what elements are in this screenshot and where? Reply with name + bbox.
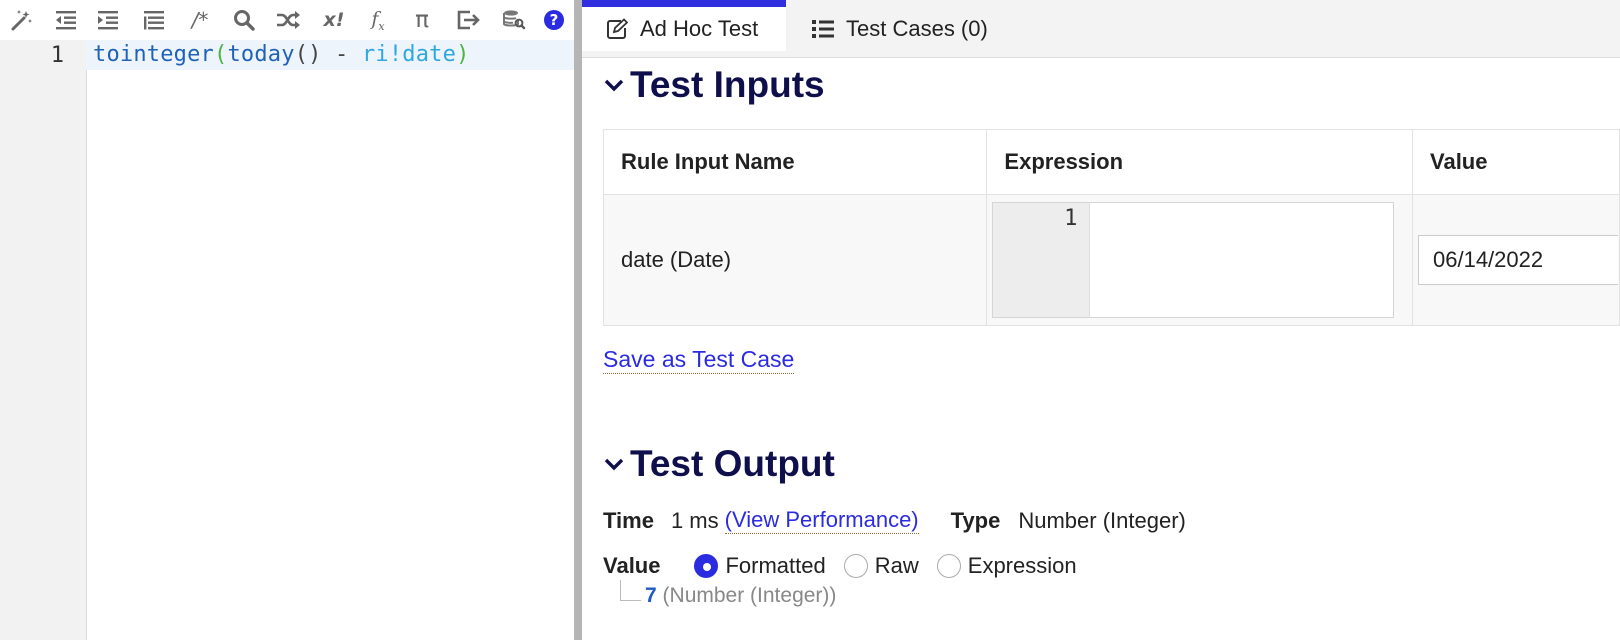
output-meta-row: Time 1 ms (View Performance) Type Number… <box>603 507 1186 534</box>
chevron-down-icon[interactable] <box>602 73 626 97</box>
table-header-row: Rule Input Name Expression Value <box>602 129 1620 195</box>
expression-editor[interactable]: 1 <box>992 202 1395 318</box>
radio-indicator <box>843 554 868 578</box>
test-pane: Ad Hoc Test Test Cases (0) Test Inputs R… <box>582 0 1620 640</box>
radio-indicator <box>694 554 719 578</box>
database-search-icon[interactable] <box>500 6 528 34</box>
exclamation-variable-icon[interactable]: x! <box>320 6 348 34</box>
test-inputs-header: Test Inputs <box>602 64 825 106</box>
function-icon[interactable]: fx <box>364 6 392 34</box>
time-label: Time <box>603 507 654 533</box>
code-token-function: tointeger <box>93 42 215 67</box>
line-number: 1 <box>50 43 64 68</box>
code-token-paren: ) <box>456 42 470 67</box>
expression-cell: 1 <box>986 194 1413 326</box>
view-performance-link[interactable]: (View Performance) <box>724 507 919 534</box>
shuffle-icon[interactable] <box>274 6 302 34</box>
code-token-operator: - <box>321 42 362 67</box>
column-header: Expression <box>986 129 1413 195</box>
radio-expression[interactable]: Expression <box>936 553 1077 579</box>
test-output-header: Test Output <box>602 443 835 485</box>
test-inputs-table: Rule Input Name Expression Value date (D… <box>602 129 1620 326</box>
time-value: 1 ms <box>670 507 719 533</box>
value-cell <box>1412 194 1620 326</box>
radio-label: Expression <box>967 553 1077 578</box>
list-icon <box>812 19 834 39</box>
radio-label: Formatted <box>725 553 826 578</box>
outdent-icon[interactable] <box>52 6 80 34</box>
column-header: Rule Input Name <box>602 129 988 195</box>
list-icon[interactable] <box>140 6 168 34</box>
save-as-test-case-link[interactable]: Save as Test Case <box>603 345 795 374</box>
code-token-call: () <box>294 42 322 67</box>
result-output: 7 (Number (Integer)) <box>645 584 836 608</box>
expression-editor-pane: /* x! fx π ? 1 tointeger(today() - ri!da… <box>0 0 574 640</box>
indent-icon[interactable] <box>94 6 122 34</box>
edit-icon <box>606 17 628 40</box>
code-editor[interactable]: tointeger(today() - ri!date) <box>86 40 574 640</box>
function-icon-glyph: fx <box>371 7 385 33</box>
magic-wand-icon[interactable] <box>8 6 36 34</box>
result-type: (Number (Integer)) <box>662 584 837 607</box>
line-number-gutter: 1 <box>0 40 87 640</box>
help-icon[interactable]: ? <box>540 6 568 34</box>
radio-label: Raw <box>874 553 919 578</box>
code-text: tointeger(today() - ri!date) <box>93 42 470 67</box>
tab-ad-hoc-test[interactable]: Ad Hoc Test <box>582 0 786 51</box>
line-number: 1 <box>1064 206 1078 231</box>
table-row: date (Date) 1 <box>602 194 1620 326</box>
test-tabs: Ad Hoc Test Test Cases (0) <box>582 0 1620 58</box>
rule-input-name: date (Date) <box>602 194 988 326</box>
section-title: Test Inputs <box>630 64 825 105</box>
pane-splitter[interactable] <box>574 0 582 640</box>
column-header: Value <box>1412 129 1620 195</box>
pi-icon[interactable]: π <box>408 6 436 34</box>
value-label: Value <box>603 553 661 578</box>
editor-toolbar: /* x! fx π ? <box>0 0 574 40</box>
radio-raw[interactable]: Raw <box>843 553 919 579</box>
help-icon-glyph: ? <box>544 10 564 30</box>
tab-test-cases[interactable]: Test Cases (0) <box>812 0 1032 57</box>
code-token-rule-input: ri!date <box>361 42 457 67</box>
radio-formatted[interactable]: Formatted <box>694 553 826 579</box>
export-icon[interactable] <box>454 6 482 34</box>
result-value: 7 <box>645 584 657 607</box>
chevron-down-icon[interactable] <box>602 452 626 476</box>
radio-indicator <box>936 554 961 578</box>
date-value-input[interactable] <box>1418 235 1618 285</box>
line-number-gutter: 1 <box>993 203 1091 317</box>
type-label: Type <box>950 507 1001 533</box>
tab-label: Test Cases (0) <box>846 15 988 41</box>
tab-label: Ad Hoc Test <box>640 15 759 41</box>
code-token-paren: ( <box>214 42 228 67</box>
comment-icon[interactable]: /* <box>186 6 214 34</box>
search-icon[interactable] <box>230 6 258 34</box>
output-value-row: Value Formatted Raw Expression <box>603 553 1095 579</box>
code-token-function: today <box>227 42 295 67</box>
type-value: Number (Integer) <box>1018 507 1186 533</box>
section-title: Test Output <box>630 443 835 484</box>
result-tree-connector <box>620 580 641 601</box>
